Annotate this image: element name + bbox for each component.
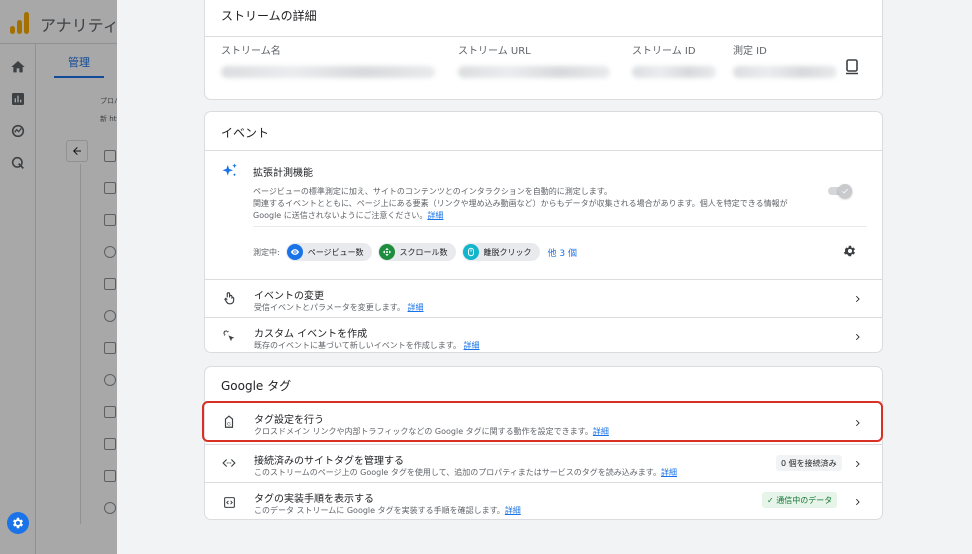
configure-tag-settings-row[interactable]: G タグ設定を行う クロスドメイン リンクや内部トラフィックなどの Google… [205, 401, 882, 439]
stream-details-title: ストリームの詳細 [205, 0, 882, 37]
details-link[interactable]: 詳細 [505, 506, 521, 515]
manage-connected-site-tags-row[interactable]: 接続済みのサイトタグを管理する このストリームのページ上の Google タグを… [205, 444, 882, 482]
enhanced-measurement-section: 拡張計測機能 ページビューの標準測定に加え、サイトのコンテンツとのインタラクショ… [205, 152, 882, 279]
events-title: イベント [205, 112, 882, 151]
view-tag-instructions-row[interactable]: タグの実装手順を表示する このデータ ストリームに Google タグを実装する… [205, 482, 882, 519]
chevron-right-icon [856, 419, 860, 427]
enhanced-measurement-title: 拡張計測機能 [253, 168, 313, 179]
connected-count-badge: 0 個を接続済み [776, 455, 842, 471]
details-link[interactable]: 詳細 [408, 303, 424, 312]
google-tag-card: Google タグ G タグ設定を行う クロスドメイン リンクや内部トラフィック… [204, 366, 883, 520]
code-icon [222, 456, 236, 470]
divider [253, 226, 867, 227]
sparkle-click-icon [222, 329, 236, 343]
modify-events-row[interactable]: イベントの変更 受信イベントとパラメータを変更します。 詳細 [205, 279, 882, 317]
data-flowing-badge: ✓ 通信中のデータ [762, 492, 838, 508]
eye-icon [286, 244, 303, 260]
touch-icon [222, 291, 236, 305]
stream-url-field: ストリーム URL [458, 42, 610, 78]
chip-scrolls: スクロール数 [377, 243, 456, 261]
blurred-value [458, 66, 610, 78]
measuring-label: 測定中: [253, 247, 280, 257]
more-events-link[interactable]: 他 3 個 [548, 246, 577, 259]
stream-details-card: ストリームの詳細 ストリーム名 ストリーム URL ストリーム ID 測定 ID [204, 0, 883, 100]
tag-icon: G [222, 415, 236, 429]
chevron-right-icon [856, 460, 860, 468]
measurement-id-field: 測定 ID [733, 42, 837, 78]
admin-settings-button[interactable] [7, 512, 29, 534]
stream-id-field: ストリーム ID [632, 42, 716, 78]
create-custom-event-row[interactable]: カスタム イベントを作成 既存のイベントに基づいて新しいイベントを作成します。 … [205, 317, 882, 352]
stream-name-field: ストリーム名 [221, 42, 435, 78]
gear-icon[interactable] [843, 244, 857, 258]
chip-outbound-clicks: 離脱クリック [461, 243, 540, 261]
events-card: イベント 拡張計測機能 ページビューの標準測定に加え、サイトのコンテンツとのイン… [204, 111, 883, 353]
check-icon [842, 188, 848, 194]
svg-text:G: G [227, 422, 231, 428]
chevron-right-icon [856, 498, 860, 506]
details-link[interactable]: 詳細 [661, 468, 677, 477]
sparkle-icon [222, 163, 237, 177]
code-box-icon [222, 495, 236, 509]
google-tag-title: Google タグ [221, 379, 292, 393]
blurred-value [733, 66, 837, 78]
blurred-value [221, 66, 435, 78]
chevron-right-icon [856, 295, 860, 303]
mouse-icon [462, 244, 479, 260]
details-link[interactable]: 詳細 [593, 427, 609, 436]
chevron-right-icon [856, 333, 860, 341]
copy-icon[interactable] [845, 59, 859, 75]
chip-page-views: ページビュー数 [285, 243, 372, 261]
enhanced-measurement-toggle[interactable] [828, 184, 852, 198]
details-link[interactable]: 詳細 [427, 211, 443, 220]
blurred-value [632, 66, 716, 78]
gear-icon [12, 517, 24, 529]
web-stream-details-drawer: ストリームの詳細 ストリーム名 ストリーム URL ストリーム ID 測定 ID… [117, 0, 972, 554]
scroll-icon [378, 244, 395, 260]
details-link[interactable]: 詳細 [464, 341, 480, 350]
enhanced-measurement-description: ページビューの標準測定に加え、サイトのコンテンツとのインタラクションを自動的に測… [253, 187, 788, 220]
measuring-row: 測定中: ページビュー数 スクロール数 離脱クリック 他 3 個 [253, 243, 577, 261]
